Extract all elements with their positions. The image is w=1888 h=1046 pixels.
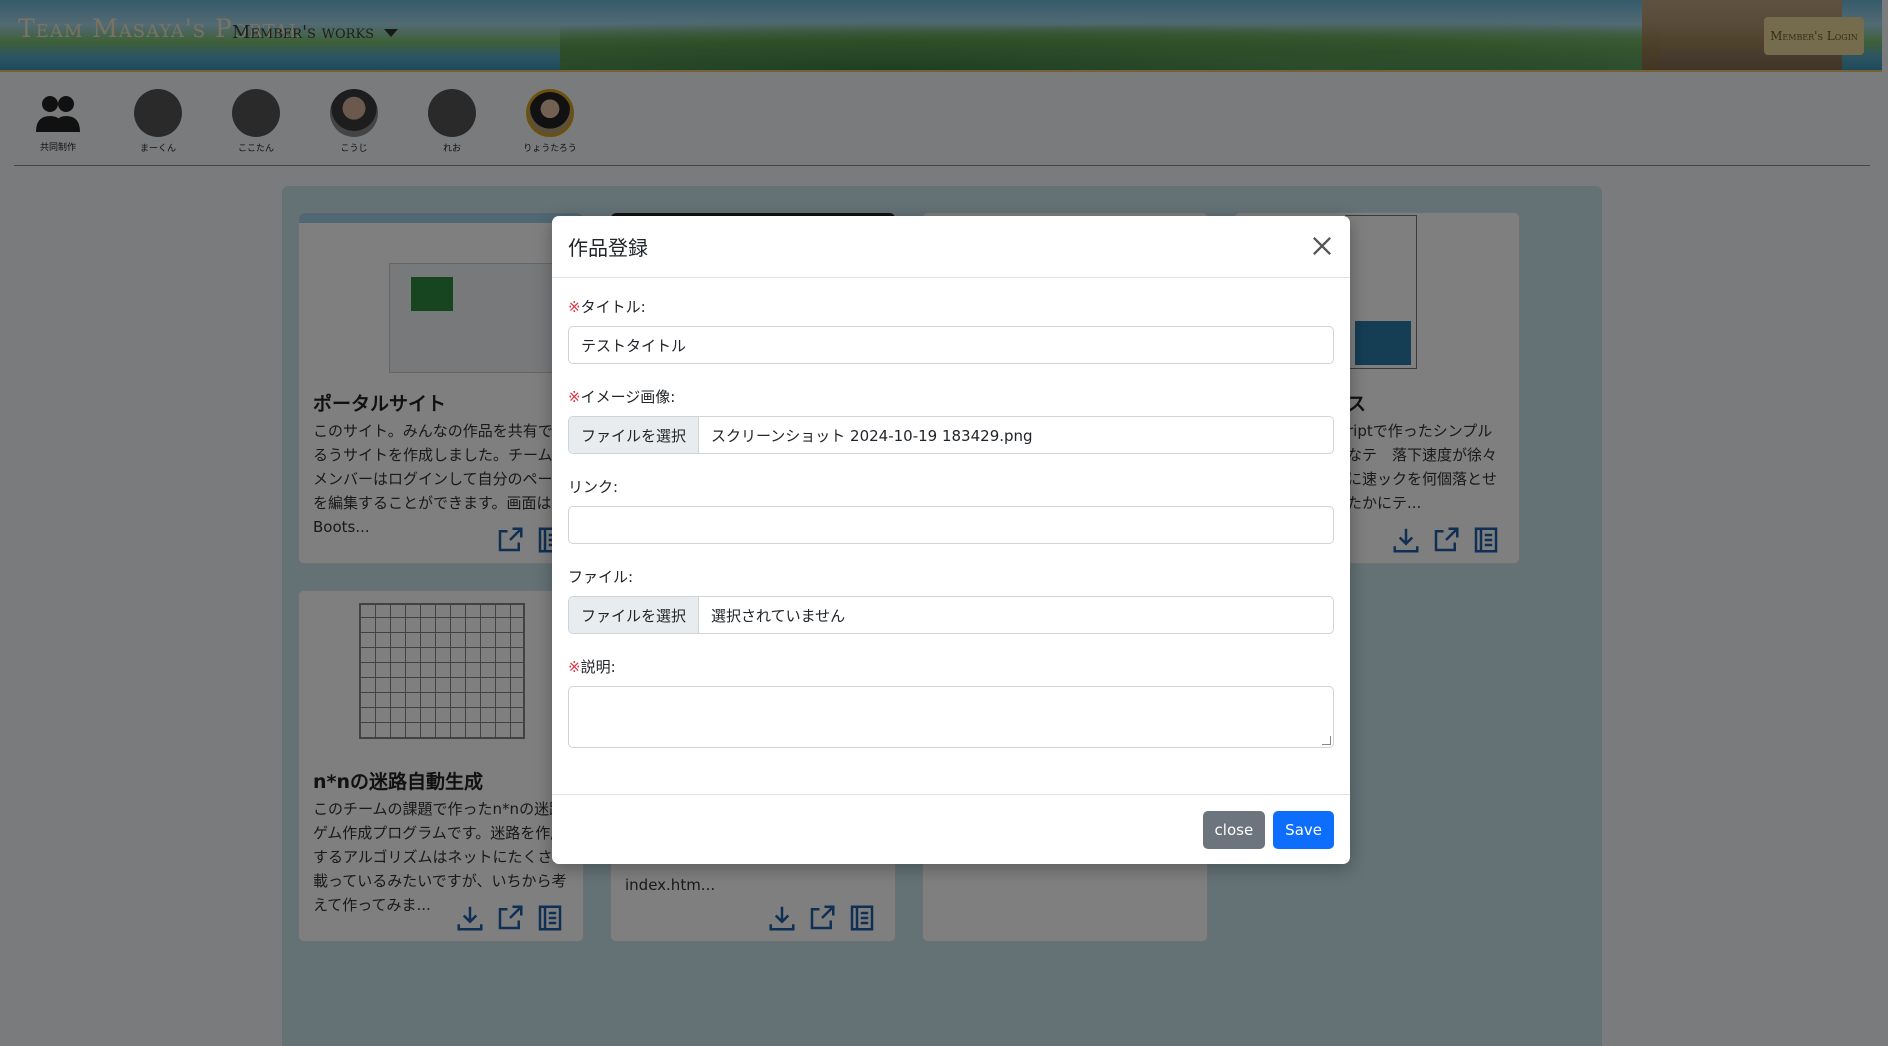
required-mark: ※ [568, 298, 581, 316]
modal-title: 作品登録 [568, 236, 648, 260]
title-label: ※タイトル: [568, 296, 1334, 318]
modal-footer: close Save [552, 794, 1350, 864]
description-label: ※説明: [568, 656, 1334, 678]
required-mark: ※ [568, 388, 581, 406]
file-input[interactable]: ファイルを選択 選択されていません [568, 596, 1334, 634]
title-input[interactable]: テストタイトル [568, 326, 1334, 364]
image-file-input[interactable]: ファイルを選択 スクリーンショット 2024-10-19 183429.png [568, 416, 1334, 454]
link-label: リンク: [568, 478, 619, 496]
modal-body: ※タイトル: テストタイトル ※イメージ画像: ファイルを選択 スクリーンショッ… [552, 278, 1350, 748]
link-input[interactable] [568, 506, 1334, 544]
file-name: 選択されていません [711, 606, 846, 625]
required-mark: ※ [568, 658, 581, 676]
file-label: ファイル: [568, 568, 634, 586]
save-button[interactable]: Save [1273, 810, 1334, 849]
image-file-name: スクリーンショット 2024-10-19 183429.png [711, 426, 1033, 445]
title-label-text: タイトル: [580, 298, 646, 316]
modal-header: 作品登録 [552, 216, 1350, 278]
description-field-group: ※説明: [568, 656, 1334, 748]
title-field-group: ※タイトル: テストタイトル [568, 296, 1334, 364]
description-label-text: 説明: [580, 658, 616, 676]
link-field-group: リンク: [568, 476, 1334, 544]
description-textarea[interactable] [568, 686, 1334, 748]
close-button[interactable]: close [1202, 810, 1266, 849]
image-label-text: イメージ画像: [580, 388, 676, 406]
file-field-group: ファイル: ファイルを選択 選択されていません [568, 566, 1334, 634]
file-choose-file-button[interactable]: ファイルを選択 [569, 597, 700, 633]
close-icon[interactable] [1308, 232, 1336, 260]
image-label: ※イメージ画像: [568, 386, 1334, 408]
image-choose-file-button[interactable]: ファイルを選択 [569, 417, 700, 453]
resize-grip-icon[interactable] [1322, 736, 1331, 745]
register-work-modal: 作品登録 ※タイトル: テストタイトル ※イメージ画像: ファイルを選択 スクリ… [552, 216, 1350, 864]
image-field-group: ※イメージ画像: ファイルを選択 スクリーンショット 2024-10-19 18… [568, 386, 1334, 454]
